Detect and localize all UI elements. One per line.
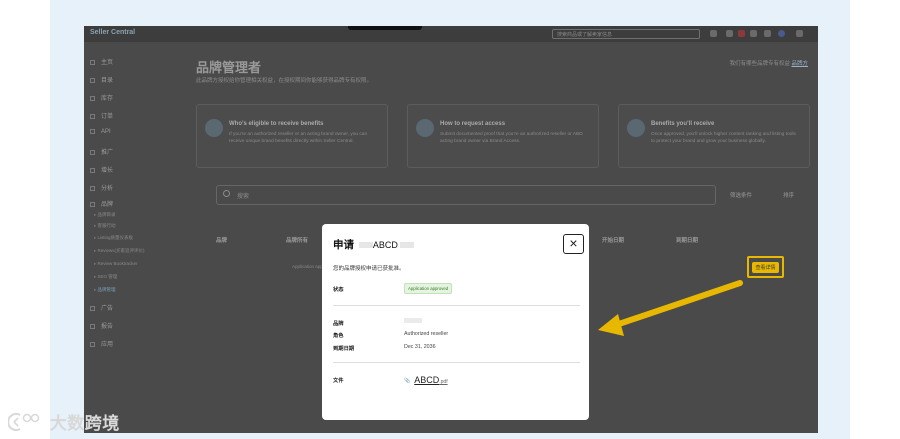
sidebar-item-promote[interactable]: 推广 [90,147,113,156]
sidebar-subitem-review-booktracker[interactable]: Review Booktracker [94,261,138,267]
role-label: 角色 [333,333,344,339]
expiry-value: Dec 31, 2036 [404,344,436,350]
reports-icon [90,323,95,329]
benefits-icon [627,119,645,137]
sidebar-subitem-reviews[interactable]: Reviews(买家追评评价) [94,248,145,254]
account-icon[interactable] [796,30,803,37]
sidebar: 主页 目录 库存 订单 API 推广 增长 分析 品牌 品牌目录 客服行动 Li… [84,42,188,433]
card-body: Submit documented proof that you’re an a… [440,132,583,144]
sidebar-item-growth[interactable]: 增长 [90,165,113,174]
column-header-owner[interactable]: 品牌所有 [286,236,308,244]
application-modal: 申请 ABCD × 您的品牌授权申请已获批准。 状态 Application a… [322,224,589,420]
sidebar-subitem-seo[interactable]: SEO 管理 [94,274,118,280]
column-header-brand[interactable]: 品牌 [216,236,227,244]
notification-icon[interactable] [738,30,745,37]
mail-icon[interactable] [710,30,717,37]
divider [333,305,580,306]
brand-value-redacted [404,318,422,323]
card-title: Benefits you’ll receive [651,121,715,127]
growth-icon [90,167,95,173]
language-icon[interactable] [778,30,785,37]
sidebar-item-inventory[interactable]: 库存 [90,93,113,102]
sidebar-subitem-brand-catalog[interactable]: 品牌目录 [94,212,116,218]
file-link[interactable]: 📎 ABCD.pdf [404,375,448,385]
sidebar-item-apps[interactable]: 应用 [90,339,113,348]
apps-icon [90,341,95,347]
search-icon [223,190,230,197]
modal-title: 申请 ABCD [333,237,414,252]
promote-icon [90,149,95,155]
watermark: 大数跨境 [8,409,120,433]
help-icon[interactable] [764,30,771,37]
status-label: 状态 [333,287,344,293]
brand-search-input[interactable]: 搜索 [216,185,716,205]
analytics-icon [90,185,95,191]
status-badge: Application approved [404,283,453,294]
home-icon [90,59,95,65]
column-header-expiry[interactable]: 到期日期 [676,236,698,244]
file-label: 文件 [333,378,344,384]
paperclip-icon: 📎 [404,377,411,384]
top-bar: Seller Central 搜索商品或了解卖家信息 [84,26,818,42]
api-icon [90,129,95,134]
sort-button[interactable]: 排序 [777,186,800,204]
ads-icon [90,305,95,311]
sidebar-item-catalog[interactable]: 目录 [90,75,113,84]
request-icon [416,119,434,137]
view-details-button[interactable]: 查看详情 [747,256,784,278]
sidebar-subitem-brand-management[interactable]: 品牌管理 [94,287,116,293]
column-header-start[interactable]: 开始日期 [602,236,624,244]
sidebar-item-brands[interactable]: 品牌 [90,199,113,208]
role-value: Authorized reseller [404,331,449,337]
help-link-row: 我们有哪些品牌专有权益 品牌方 [729,61,808,67]
info-card-request-access: How to request access Submit documented … [407,104,599,168]
close-button[interactable]: × [563,234,584,254]
sidebar-item-reports[interactable]: 报告 [90,321,113,330]
brand-label: 品牌 [333,321,344,327]
eligibility-icon [205,119,223,137]
expiry-label: 到期日期 [333,346,355,352]
sidebar-subitem-customer-actions[interactable]: 客服行动 [94,223,116,229]
settings-icon[interactable] [750,30,757,37]
watermark-logo-icon [8,412,40,431]
card-title: Who’s eligible to receive benefits [229,121,324,127]
camera-notch [348,26,422,30]
sidebar-item-api[interactable]: API [90,129,111,135]
brand-icon [90,201,95,207]
app-logo[interactable]: Seller Central [90,29,135,36]
global-search-input[interactable]: 搜索商品或了解卖家信息 [552,29,700,39]
sidebar-item-home[interactable]: 主页 [90,57,113,66]
sidebar-item-analytics[interactable]: 分析 [90,183,113,192]
watermark-text: 大数跨境 [49,414,120,433]
orders-icon [90,113,95,119]
inventory-icon [90,95,95,101]
modal-description: 您的品牌授权申请已获批准。 [333,266,405,272]
divider [333,362,580,363]
sidebar-subitem-listing-quality[interactable]: Listing质量仪表板 [94,235,134,241]
catalog-icon [90,77,95,83]
info-card-benefits: Benefits you’ll receive Once approved, y… [618,104,810,168]
card-body: Once approved, you’ll unlock higher cont… [651,132,796,144]
redacted-mark [358,242,373,249]
sidebar-item-orders[interactable]: 订单 [90,111,113,120]
help-link[interactable]: 品牌方 [791,61,808,67]
flag-icon[interactable] [726,30,733,37]
info-card-eligibility: Who’s eligible to receive benefits If yo… [196,104,388,168]
card-body: If you’re an authorized reseller or an a… [229,132,368,144]
filter-button[interactable]: 筛选条件 [724,186,758,204]
page-description: 此品牌方授权给你管理相关权益，在授权期间你能够获得品牌专有权限。 [196,78,373,84]
redacted-mark [399,242,414,249]
sidebar-item-ads[interactable]: 广告 [90,303,113,312]
page-title: 品牌管理者 [196,60,262,75]
card-title: How to request access [440,121,506,127]
